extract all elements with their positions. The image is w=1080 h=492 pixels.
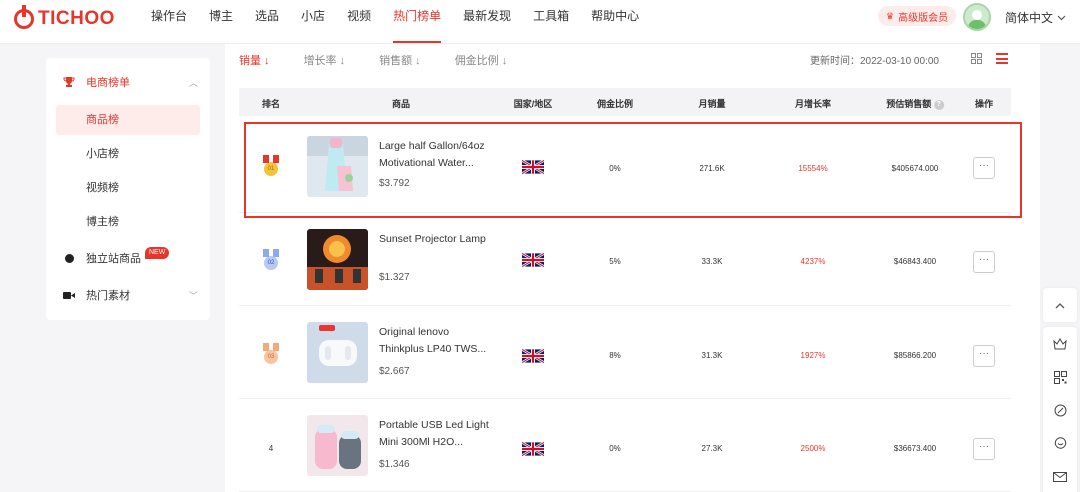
rank-number: 4 xyxy=(268,444,274,453)
revenue-value: $46843.400 xyxy=(893,257,937,266)
back-to-top-button[interactable] xyxy=(1043,288,1077,322)
vip-badge[interactable]: ♛ 高级版会员 xyxy=(878,6,957,26)
table-row[interactable]: 03 Original lenovo Thinkplus LP40 TWS... … xyxy=(239,306,1011,399)
sales-value: 31.3K xyxy=(701,351,723,360)
header-monthly-sales: 月销量 xyxy=(698,99,726,109)
updated-time: 更新时间：2022-03-10 00:00 xyxy=(810,56,939,67)
growth-value: 4237% xyxy=(800,257,826,266)
mail-icon[interactable] xyxy=(1052,470,1068,486)
uk-flag-icon xyxy=(522,442,544,456)
revenue-value: $85866.200 xyxy=(893,351,937,360)
sort-tabs: 销量 ↓ 增长率 ↓ 销售额 ↓ 佣金比例 ↓ xyxy=(239,52,507,68)
nav-item-toolbox[interactable]: 工具箱 xyxy=(522,0,580,44)
growth-value: 1927% xyxy=(800,351,826,360)
chevron-down-icon: ﹀ xyxy=(188,290,198,301)
sidebar-group-materials[interactable]: 热门素材 ﹀ xyxy=(46,280,210,310)
product-image[interactable] xyxy=(307,322,368,383)
nav-item-bloggers[interactable]: 博主 xyxy=(198,0,244,44)
sidebar-item-shop-rank[interactable]: 小店榜 xyxy=(56,139,200,169)
sidebar-group-label: 独立站商品 xyxy=(86,253,141,265)
chat-icon[interactable] xyxy=(1052,437,1068,453)
product-name[interactable]: Portable USB Led Light Mini 300Ml H2O... xyxy=(379,417,504,451)
language-label: 简体中文 xyxy=(1005,11,1054,25)
sort-tab-sales[interactable]: 销量 ↓ xyxy=(239,52,270,68)
sort-tab-revenue[interactable]: 销售额 ↓ xyxy=(379,52,421,68)
trophy-icon xyxy=(62,76,76,88)
sidebar-group-label: 电商榜单 xyxy=(86,77,130,89)
new-badge: NEW xyxy=(145,247,170,259)
more-actions-button[interactable]: ··· xyxy=(973,345,995,367)
chevron-up-icon: ︿ xyxy=(188,77,198,88)
brand-name: TICHOO xyxy=(38,8,115,29)
sidebar-item-blogger-rank[interactable]: 博主榜 xyxy=(56,207,200,237)
table-row[interactable]: 02 Sunset Projector Lamp $1.327 5% 33.3K… xyxy=(239,213,1011,306)
crown-icon: ♛ xyxy=(886,10,895,21)
product-price: $1.346 xyxy=(379,459,410,470)
list-view-icon[interactable] xyxy=(996,53,1008,64)
qr-code-icon[interactable] xyxy=(1052,371,1068,387)
more-actions-button[interactable]: ··· xyxy=(973,251,995,273)
sort-tab-growth[interactable]: 增长率 ↓ xyxy=(304,52,346,68)
grid-view-icon[interactable] xyxy=(971,53,982,64)
table-header: 排名 商品 国家/地区 佣金比例 月销量 月增长率 预估销售额 ? 操作 xyxy=(239,88,1011,116)
product-name[interactable]: Sunset Projector Lamp xyxy=(379,231,504,248)
bronze-medal-icon: 03 xyxy=(263,343,279,364)
header-country: 国家/地区 xyxy=(513,99,553,109)
nav-item-latest[interactable]: 最新发现 xyxy=(452,0,522,44)
sidebar-item-product-rank[interactable]: 商品榜 xyxy=(56,105,200,135)
main-panel: 销量 ↓ 增长率 ↓ 销售额 ↓ 佣金比例 ↓ 更新时间：2022-03-10 … xyxy=(225,44,1040,492)
nav-item-shops[interactable]: 小店 xyxy=(290,0,336,44)
row-highlight xyxy=(244,122,1022,218)
header-est-revenue: 预估销售额 ? xyxy=(886,97,944,110)
product-image[interactable] xyxy=(307,229,368,290)
header-commission: 佣金比例 xyxy=(596,99,634,109)
commission-value: 5% xyxy=(609,257,621,266)
sidebar-group-ecommerce[interactable]: 电商榜单 ︿ xyxy=(46,67,210,97)
product-price: $2.667 xyxy=(379,366,410,377)
nav-item-console[interactable]: 操作台 xyxy=(140,0,198,44)
logo-icon xyxy=(14,5,34,29)
chevron-up-icon xyxy=(1055,302,1065,309)
product-price: $1.327 xyxy=(379,272,410,283)
nav-item-help[interactable]: 帮助中心 xyxy=(580,0,650,44)
vip-label: 高级版会员 xyxy=(898,12,949,24)
silver-medal-icon: 02 xyxy=(263,249,279,270)
sales-value: 27.3K xyxy=(701,444,723,453)
sidebar-item-video-rank[interactable]: 视频榜 xyxy=(56,173,200,203)
revenue-value: $36673.400 xyxy=(893,444,937,453)
avatar[interactable] xyxy=(963,3,991,31)
uk-flag-icon xyxy=(522,253,544,267)
sidebar: 电商榜单 ︿ 商品榜 小店榜 视频榜 博主榜 独立站商品 NEW 热门素材 ﹀ xyxy=(46,58,210,320)
header-product: 商品 xyxy=(391,99,411,109)
commission-value: 8% xyxy=(609,351,621,360)
top-navbar: TICHOO 操作台 博主 选品 小店 视频 热门榜单 最新发现 工具箱 帮助中… xyxy=(0,0,1080,44)
nav-item-products[interactable]: 选品 xyxy=(244,0,290,44)
main-nav: 操作台 博主 选品 小店 视频 热门榜单 最新发现 工具箱 帮助中心 xyxy=(140,0,650,44)
crown-icon[interactable] xyxy=(1052,338,1068,354)
product-name[interactable]: Original lenovo Thinkplus LP40 TWS... xyxy=(379,324,504,358)
uk-flag-icon xyxy=(522,349,544,363)
header-actions: 操作 xyxy=(974,99,994,109)
help-icon[interactable]: ? xyxy=(933,99,944,110)
nav-item-videos[interactable]: 视频 xyxy=(336,0,382,44)
floating-toolbar xyxy=(1043,327,1077,492)
more-actions-button[interactable]: ··· xyxy=(973,438,995,460)
video-icon xyxy=(62,291,76,300)
header-monthly-growth[interactable]: 月增长率 xyxy=(795,97,831,110)
nav-item-hot-rankings[interactable]: 热门榜单 xyxy=(382,0,452,44)
growth-value: 2500% xyxy=(800,444,826,453)
table-row[interactable]: 4 Portable USB Led Light Mini 300Ml H2O..… xyxy=(239,399,1011,492)
sidebar-group-independent[interactable]: 独立站商品 NEW xyxy=(46,243,210,273)
commission-value: 0% xyxy=(609,444,621,453)
sales-value: 33.3K xyxy=(701,257,723,266)
link-icon[interactable] xyxy=(1052,404,1068,420)
sidebar-group-label: 热门素材 xyxy=(86,290,130,302)
language-selector[interactable]: 简体中文 xyxy=(1005,9,1066,26)
sort-tab-commission[interactable]: 佣金比例 ↓ xyxy=(455,52,508,68)
header-rank: 排名 xyxy=(261,99,281,109)
circle-icon xyxy=(62,253,76,263)
product-image[interactable] xyxy=(307,415,368,476)
brand-logo[interactable]: TICHOO xyxy=(14,5,115,30)
chevron-down-icon xyxy=(1057,15,1066,20)
